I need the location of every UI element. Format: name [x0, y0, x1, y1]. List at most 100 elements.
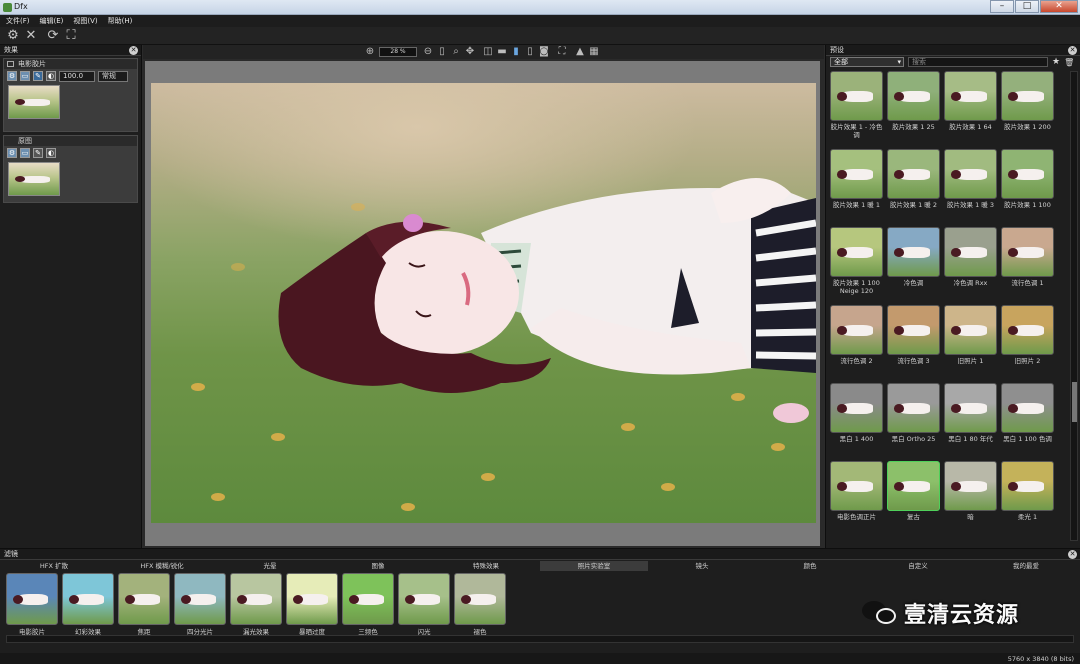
close-window-button[interactable]: ✕ [1040, 0, 1078, 13]
fullscreen-icon[interactable]: ⛶ [557, 47, 567, 57]
menu-help[interactable]: 帮助(H) [108, 15, 133, 27]
preset-item[interactable]: 流行色调 2 [830, 305, 883, 383]
original-settings-icon[interactable]: ⚙ [7, 148, 17, 158]
preset-item[interactable]: 冷色调 Rxx [944, 227, 997, 305]
preset-item[interactable]: 流行色调 3 [887, 305, 940, 383]
preset-label: 柔光 1 [1017, 513, 1038, 521]
zoom-field[interactable]: 28 % [379, 47, 417, 57]
preset-item[interactable]: 胶片效果 1 100 Neige 120 [830, 227, 883, 305]
favorite-star-icon[interactable]: ★ [1052, 57, 1060, 67]
filter-category-tab[interactable]: 镜头 [648, 561, 756, 571]
close-filters-icon[interactable]: ✕ [1068, 550, 1077, 559]
layer-blend-icon[interactable]: ◐ [46, 71, 56, 81]
filter-thumbnail[interactable]: 漏光效果 [230, 573, 282, 636]
filter-category-tab[interactable]: 照片实验室 [540, 561, 648, 571]
layer-settings-icon[interactable]: ⚙ [7, 71, 17, 81]
preset-search-input[interactable]: 搜索 [908, 57, 1048, 67]
preset-thumbnail [887, 71, 940, 121]
filter-category-tab[interactable]: HFX 扩散 [0, 561, 108, 571]
zoom-out-icon[interactable]: ⊖ [423, 47, 433, 57]
pan-tool-icon[interactable]: ✥ [465, 47, 475, 57]
effect-layer-film[interactable]: 电影胶片 ⚙ ▭ ✎ ◐ 100.0 常规 [3, 58, 138, 132]
preset-item[interactable]: 黑白 1 400 [830, 383, 883, 461]
zoom-tool-icon[interactable]: ⌕ [451, 47, 461, 57]
preset-item[interactable]: 黑白 1 80 年代 [944, 383, 997, 461]
preset-item[interactable]: 黑白 1 100 色调 [1001, 383, 1054, 461]
zoom-in-icon[interactable]: ⊕ [365, 47, 375, 57]
blend-mode-select[interactable]: 常规 [98, 70, 128, 82]
filter-thumbnail[interactable]: 焦距 [118, 573, 170, 636]
preset-item[interactable]: 电影色调正片 [830, 461, 883, 539]
close-panel-icon[interactable]: ✕ [129, 46, 138, 55]
filter-thumbnail[interactable]: 暴晒过度 [286, 573, 338, 636]
original-monitor-icon[interactable]: ▭ [20, 148, 30, 158]
preset-item[interactable]: 暗 [944, 461, 997, 539]
actual-size-icon[interactable]: ▯ [437, 47, 447, 57]
original-blend-icon[interactable]: ◐ [46, 148, 56, 158]
preset-label: 胶片效果 1 - 冷色调 [830, 123, 883, 139]
filter-thumbnail[interactable]: 褪色 [454, 573, 506, 636]
preset-item[interactable]: 冷色调 [887, 227, 940, 305]
filter-category-tab[interactable]: 光晕 [216, 561, 324, 571]
histogram-icon[interactable]: ▲ [575, 47, 585, 57]
filter-thumbnail[interactable]: 四分光片 [174, 573, 226, 636]
menu-view[interactable]: 视图(V) [73, 15, 97, 27]
preset-item[interactable]: 胶片效果 1 64 [944, 71, 997, 149]
filter-category-tab[interactable]: 图像 [324, 561, 432, 571]
refresh-icon[interactable]: ⟳ [46, 29, 60, 43]
minimize-button[interactable]: – [990, 0, 1014, 13]
layer-brush-icon[interactable]: ✎ [33, 71, 43, 81]
preset-item[interactable]: 柔光 1 [1001, 461, 1054, 539]
filter-category-tab[interactable]: 特殊效果 [432, 561, 540, 571]
preset-label: 胶片效果 1 暖 1 [833, 201, 880, 209]
filter-thumbnail[interactable]: 闪光 [398, 573, 450, 636]
menu-bar: 文件(F) 编辑(E) 视图(V) 帮助(H) [0, 15, 1080, 27]
filter-category-tab[interactable]: HFX 模糊/锐化 [108, 561, 216, 571]
preset-item[interactable]: 流行色调 1 [1001, 227, 1054, 305]
filter-category-tab[interactable]: 我的最爱 [972, 561, 1080, 571]
layer-thumbnail[interactable] [8, 85, 60, 119]
opacity-field[interactable]: 100.0 [59, 70, 95, 82]
preset-item[interactable]: 旧照片 2 [1001, 305, 1054, 383]
filter-thumbnail[interactable]: 电影胶片 [6, 573, 58, 636]
original-thumbnail[interactable] [8, 162, 60, 196]
close-presets-icon[interactable]: ✕ [1068, 46, 1077, 55]
fit-screen-icon[interactable]: ⛶ [64, 29, 78, 43]
preset-item[interactable]: 胶片效果 1 暖 2 [887, 149, 940, 227]
effect-layer-original[interactable]: 原图 ⚙ ▭ ✎ ◐ [3, 135, 138, 203]
mask-icon[interactable]: ▦ [589, 47, 599, 57]
preset-item[interactable]: 黑白 Ortho 25 [887, 383, 940, 461]
menu-edit[interactable]: 编辑(E) [40, 15, 64, 27]
filter-preview [118, 573, 170, 625]
preset-item[interactable]: 胶片效果 1 暖 3 [944, 149, 997, 227]
delete-icon[interactable]: 🗑 [1064, 58, 1074, 67]
preset-item[interactable]: 复古 [887, 461, 940, 539]
cancel-icon[interactable]: ✕ [24, 29, 38, 43]
preset-item[interactable]: 胶片效果 1 暖 1 [830, 149, 883, 227]
filter-category-tab[interactable]: 颜色 [756, 561, 864, 571]
settings-icon[interactable]: ⚙ [6, 29, 20, 43]
presets-scrollbar[interactable] [1070, 71, 1078, 541]
single-view-icon[interactable]: ▬ [497, 47, 507, 57]
camera-icon[interactable]: ◙ [539, 47, 549, 57]
photo-preview[interactable] [151, 83, 816, 523]
filter-category-tab[interactable]: 自定义 [864, 561, 972, 571]
preset-item[interactable]: 旧照片 1 [944, 305, 997, 383]
compare-view-icon[interactable]: ▮ [511, 47, 521, 57]
preset-item[interactable]: 胶片效果 1 200 [1001, 71, 1054, 149]
filter-thumbnail[interactable]: 三频色 [342, 573, 394, 636]
preset-item[interactable]: 胶片效果 1 25 [887, 71, 940, 149]
filters-scrollbar[interactable] [6, 635, 1074, 643]
menu-file[interactable]: 文件(F) [6, 15, 30, 27]
original-brush-icon[interactable]: ✎ [33, 148, 43, 158]
preset-thumbnail [944, 71, 997, 121]
effects-panel-header: 效果 ✕ [0, 45, 141, 56]
layer-monitor-icon[interactable]: ▭ [20, 71, 30, 81]
preset-item[interactable]: 胶片效果 1 100 [1001, 149, 1054, 227]
maximize-button[interactable]: □ [1015, 0, 1039, 13]
filter-thumbnail[interactable]: 幻彩效果 [62, 573, 114, 636]
split-view-icon[interactable]: ◫ [483, 47, 493, 57]
preset-filter-select[interactable]: 全部 [830, 57, 904, 67]
before-view-icon[interactable]: ▯ [525, 47, 535, 57]
preset-item[interactable]: 胶片效果 1 - 冷色调 [830, 71, 883, 149]
